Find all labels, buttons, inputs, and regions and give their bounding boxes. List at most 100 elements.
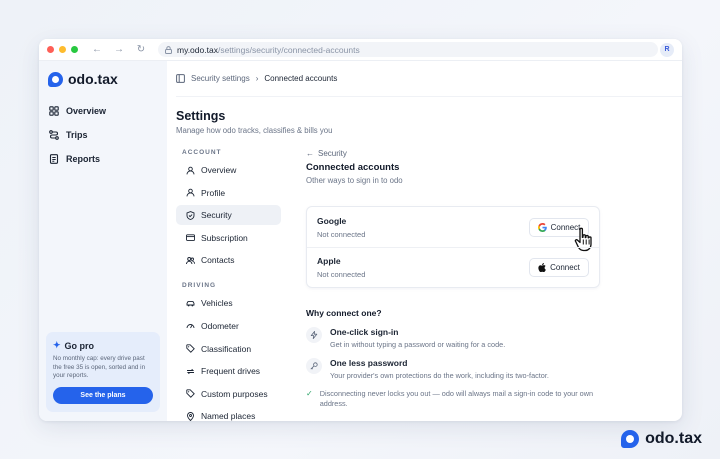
- section-subtitle: Other ways to sign in to odo: [306, 176, 403, 185]
- provider-row-google: Google Not connected Connect: [307, 207, 599, 252]
- repeat-icon: [186, 368, 195, 374]
- settings-item-odometer[interactable]: Odometer: [176, 316, 281, 336]
- connect-label: Connect: [550, 263, 580, 272]
- settings-item-label: Frequent drives: [201, 366, 261, 377]
- apple-icon: [538, 263, 546, 272]
- sidebar-item-label: Reports: [66, 154, 101, 164]
- benefit-less-password: One less password Your provider's own pr…: [306, 358, 682, 380]
- settings-item-label: Odometer: [201, 320, 239, 331]
- settings-item-named-places[interactable]: Named places: [176, 406, 281, 421]
- sidebar-item-reports[interactable]: Reports: [48, 147, 158, 171]
- settings-item-profile[interactable]: Profile: [176, 183, 281, 203]
- settings-item-contacts[interactable]: Contacts: [176, 250, 281, 270]
- sidebar-item-label: Trips: [66, 130, 88, 140]
- back-arrow-icon[interactable]: ←: [92, 44, 102, 55]
- odo-logo-icon: [48, 71, 63, 87]
- footer-brand-name: odo.tax: [645, 430, 702, 447]
- breadcrumb-parent[interactable]: Security settings: [191, 74, 250, 83]
- brand-name: odo.tax: [68, 71, 118, 87]
- benefit-one-click: One-click sign-in Get in without typing …: [306, 327, 682, 349]
- sparkle-icon: ✦: [53, 340, 61, 350]
- settings-item-classification[interactable]: Classification: [176, 339, 281, 359]
- settings-item-label: Named places: [201, 411, 256, 421]
- back-to-security-link[interactable]: ← Security: [306, 149, 682, 158]
- breadcrumb: Security settings › Connected accounts: [176, 61, 682, 97]
- page-subtitle: Manage how odo tracks, classifies & bill…: [176, 126, 333, 135]
- grid-icon: [49, 106, 59, 116]
- minimize-window-button[interactable]: [59, 46, 66, 53]
- url-host: my.odo.tax: [177, 44, 218, 55]
- lockout-note: ✓ Disconnecting never locks you out — od…: [306, 389, 606, 409]
- close-window-button[interactable]: [47, 46, 54, 53]
- settings-item-label: Subscription: [201, 232, 248, 243]
- browser-nav: ← → ↻: [92, 44, 146, 55]
- url-path: /settings/security/connected-accounts: [217, 44, 360, 55]
- benefit-title: One-click sign-in: [330, 327, 399, 337]
- benefit-text: Get in without typing a password or wait…: [330, 340, 506, 349]
- connect-apple-button[interactable]: Connect: [529, 258, 589, 277]
- shield-icon: [186, 210, 195, 220]
- check-icon: ✓: [306, 389, 313, 398]
- settings-item-label: Security: [201, 210, 232, 221]
- why-connect-title: Why connect one?: [306, 308, 382, 318]
- key-icon: [306, 358, 322, 374]
- sidebar-item-overview[interactable]: Overview: [48, 99, 158, 123]
- see-plans-button[interactable]: See the plans: [53, 386, 153, 404]
- main-content: Security settings › Connected accounts S…: [167, 61, 682, 421]
- sidebar-toggle-icon[interactable]: [176, 74, 185, 83]
- breadcrumb-separator-icon: ›: [255, 74, 259, 83]
- settings-item-subscription[interactable]: Subscription: [176, 228, 281, 248]
- settings-layout: ACCOUNT Overview Profile Security Subscr…: [176, 149, 682, 421]
- sidebar-item-label: Overview: [66, 106, 107, 116]
- back-label: Security: [318, 149, 347, 158]
- provider-status: Not connected: [317, 229, 366, 239]
- avatar[interactable]: R: [660, 42, 674, 57]
- users-icon: [186, 256, 195, 264]
- lock-icon: [165, 45, 172, 54]
- forward-arrow-icon[interactable]: →: [114, 44, 124, 55]
- gauge-icon: [186, 324, 195, 329]
- settings-item-label: Contacts: [201, 255, 235, 266]
- section-label-account: ACCOUNT: [182, 149, 222, 156]
- google-icon: [537, 222, 547, 232]
- sidebar: odo.tax Overview Trips Reports ✦ Go pro …: [39, 61, 167, 421]
- settings-item-security[interactable]: Security: [176, 205, 281, 226]
- tag-icon: [186, 344, 195, 353]
- odo-logo-icon: [621, 430, 640, 448]
- connected-accounts-panel: ← Security Connected accounts Other ways…: [300, 149, 682, 421]
- reload-icon[interactable]: ↻: [136, 44, 146, 55]
- sidebar-item-trips[interactable]: Trips: [48, 123, 158, 147]
- browser-chrome: ← → ↻ my.odo.tax/settings/security/conne…: [39, 39, 682, 61]
- settings-item-label: Overview: [201, 165, 237, 175]
- browser-window: ← → ↻ my.odo.tax/settings/security/conne…: [39, 39, 682, 421]
- page-title: Settings: [176, 109, 226, 123]
- user-icon: [186, 166, 195, 174]
- settings-item-vehicles[interactable]: Vehicles: [176, 293, 281, 313]
- settings-item-frequent-drives[interactable]: Frequent drives: [176, 361, 281, 381]
- app: odo.tax Overview Trips Reports ✦ Go pro …: [39, 61, 682, 421]
- settings-item-label: Custom purposes: [201, 388, 268, 399]
- arrow-left-icon: ←: [306, 149, 314, 158]
- providers-card: Google Not connected Connect Apple Not c…: [306, 206, 600, 288]
- brand[interactable]: odo.tax: [48, 71, 158, 87]
- provider-status: Not connected: [317, 270, 366, 279]
- breadcrumb-current: Connected accounts: [264, 74, 338, 83]
- lightning-icon: [306, 327, 322, 343]
- provider-name: Google: [317, 215, 347, 226]
- car-icon: [186, 301, 195, 307]
- footer-brand: odo.tax: [621, 430, 702, 448]
- settings-nav: ACCOUNT Overview Profile Security Subscr…: [176, 149, 300, 421]
- settings-item-custom-purposes[interactable]: Custom purposes: [176, 384, 281, 404]
- settings-item-label: Profile: [201, 187, 226, 198]
- benefit-title: One less password: [330, 358, 408, 368]
- section-label-driving: DRIVING: [182, 282, 217, 290]
- route-icon: [49, 130, 59, 140]
- settings-item-overview[interactable]: Overview: [176, 160, 281, 180]
- address-bar[interactable]: my.odo.tax/settings/security/connected-a…: [158, 42, 658, 57]
- user-icon: [186, 188, 195, 197]
- promo-title: ✦ Go pro: [53, 340, 153, 351]
- tag-icon: [186, 389, 195, 399]
- benefit-text: Your provider's own protections do the w…: [330, 371, 549, 380]
- maximize-window-button[interactable]: [71, 46, 78, 53]
- window-controls: [47, 46, 78, 53]
